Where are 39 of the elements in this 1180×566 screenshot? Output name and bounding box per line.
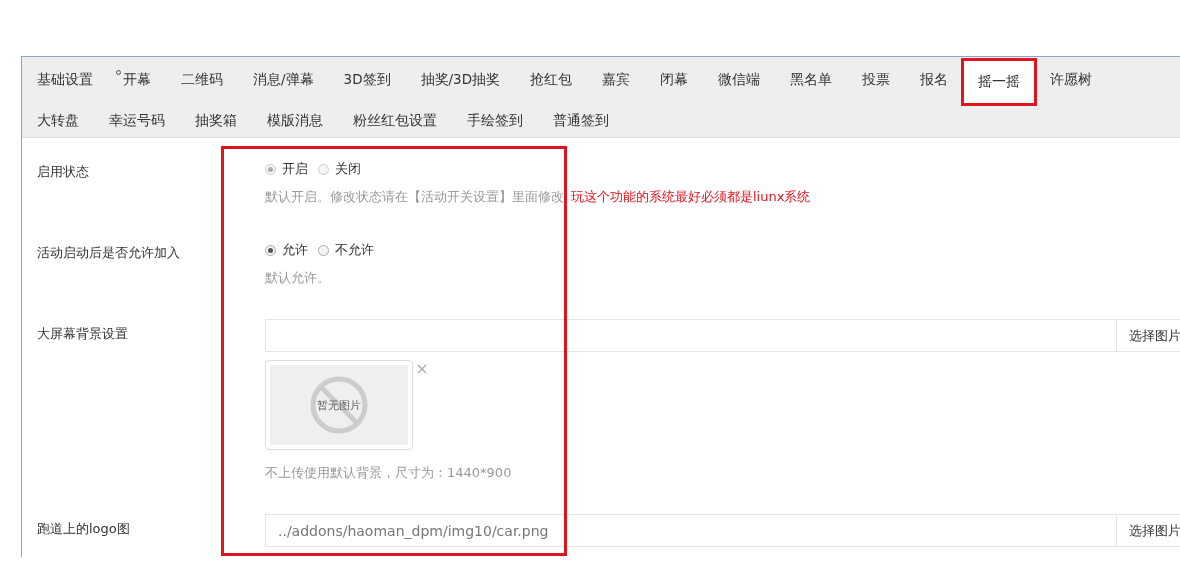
close-icon[interactable]	[417, 364, 427, 374]
tab[interactable]: 普通签到	[538, 100, 624, 141]
help-text: 默认开启。修改状态请在【活动开关设置】里面修改	[265, 189, 564, 204]
tab[interactable]: 模版消息	[252, 100, 338, 141]
tab[interactable]: 3D签到	[328, 59, 406, 100]
radio-option[interactable]: 不允许	[318, 241, 374, 259]
radio-option[interactable]: 允许	[265, 241, 308, 259]
warning-text: 玩这个功能的系统最好必须都是liunx系统	[571, 189, 811, 204]
field-label: 跑道上的logo图	[36, 520, 131, 538]
help-text: 默认允许。	[265, 270, 330, 285]
tab[interactable]: 开幕	[108, 59, 166, 100]
tab[interactable]: 粉丝红包设置	[338, 100, 452, 141]
tab[interactable]: 大转盘	[22, 100, 94, 141]
tab[interactable]: 手绘签到	[452, 100, 538, 141]
tab[interactable]: 投票	[847, 59, 906, 100]
tab[interactable]: 二维码	[166, 59, 238, 100]
input-field[interactable]: ../addons/haoman_dpm/img10/car.png	[265, 514, 1117, 547]
tab[interactable]: 消息/弹幕	[238, 59, 329, 100]
tab[interactable]: 抢红包	[515, 59, 588, 100]
no-image-icon	[309, 375, 369, 435]
tab[interactable]: 幸运号码	[94, 100, 180, 141]
help-text: 不上传使用默认背景，尺寸为：1440*900	[265, 464, 513, 482]
tab[interactable]: 基础设置	[22, 59, 108, 100]
field-label: 活动启动后是否允许加入	[36, 244, 181, 262]
tab[interactable]: 微信端	[703, 59, 776, 100]
tab[interactable]: 抽奖/3D抽奖	[405, 59, 516, 100]
tab[interactable]: 抽奖箱	[180, 100, 252, 141]
tab[interactable]: 许愿树	[1035, 59, 1108, 100]
tab[interactable]: 闭幕	[645, 59, 704, 100]
tab[interactable]: 黑名单	[775, 59, 848, 100]
choose-image-button[interactable]: 选择图片	[1117, 514, 1180, 547]
tab[interactable]: 报名	[905, 59, 964, 100]
field-label: 大屏幕背景设置	[36, 325, 129, 343]
choose-image-button[interactable]: 选择图片	[1117, 319, 1180, 352]
input-field[interactable]	[265, 319, 1117, 352]
field-label: 启用状态	[36, 163, 90, 181]
tab[interactable]: 摇一摇	[963, 59, 1036, 104]
tab[interactable]: 嘉宾	[587, 59, 646, 100]
placeholder-text: 暂无图片	[317, 397, 361, 413]
